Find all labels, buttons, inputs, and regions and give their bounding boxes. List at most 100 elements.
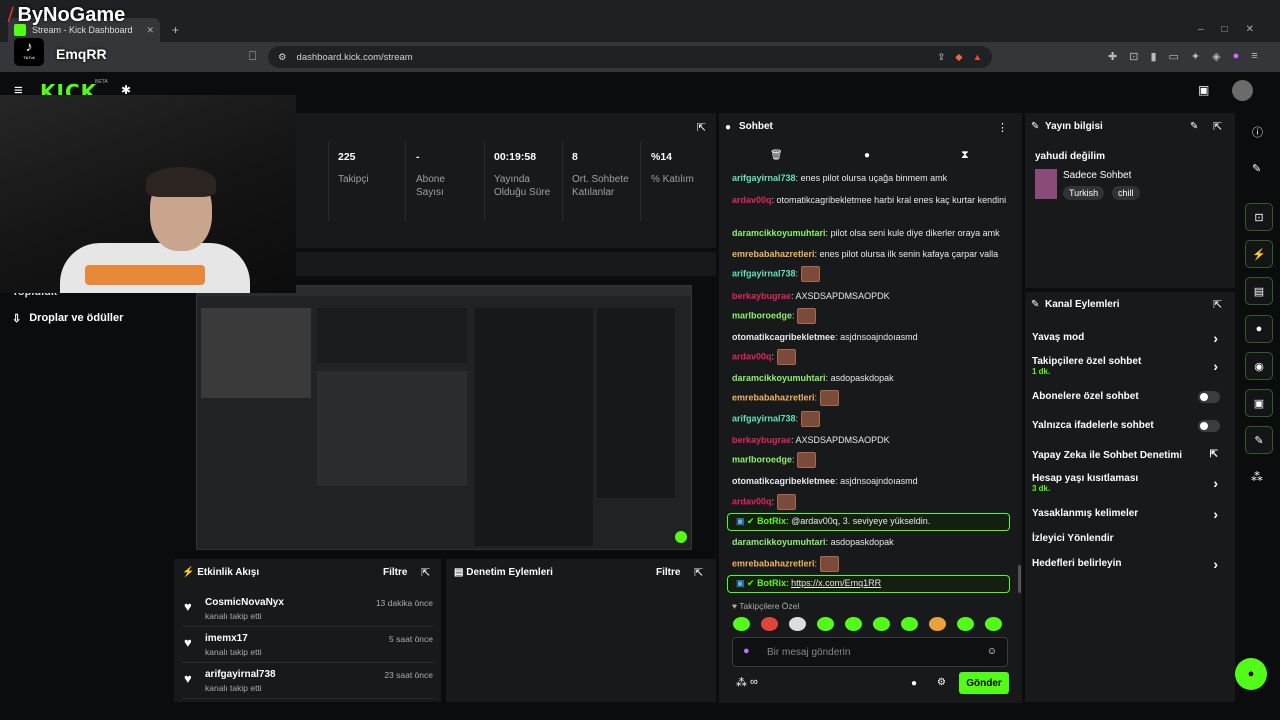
chat-username[interactable]: arifgayirnal738 <box>732 268 796 278</box>
share-icon[interactable]: ⇪ <box>937 52 945 63</box>
microphone-icon[interactable]: ● <box>743 645 750 657</box>
activity-username[interactable]: CosmicNovaNyx <box>205 597 284 608</box>
screenshot-icon[interactable]: ⊡ <box>1129 50 1138 63</box>
stream-preview[interactable] <box>196 285 692 550</box>
channel-action-item[interactable]: İzleyici Yönlendir <box>1032 533 1228 544</box>
chat-username[interactable]: berkaybugrae <box>732 435 791 445</box>
sidebar-item-drops[interactable]: ⇩ Droplar ve ödüller <box>12 312 123 325</box>
chat-username[interactable]: marlboroedge <box>732 454 792 464</box>
site-info-icon[interactable]: ⚙ <box>278 52 287 63</box>
trash-icon[interactable]: 🗑 <box>770 150 783 161</box>
points-indicator[interactable]: ⁂ ∞ <box>736 676 758 689</box>
more-options-icon[interactable]: ⋮ <box>997 121 1008 134</box>
activity-username[interactable]: arifgayirnal738 <box>205 669 276 680</box>
emote-option-icon[interactable] <box>733 617 750 631</box>
chat-username[interactable]: otomatikcagribekletmee <box>732 476 835 486</box>
pencil-icon[interactable]: ✎ <box>1252 162 1261 175</box>
chat-username[interactable]: emrebabahazretleri <box>732 558 815 568</box>
channel-action-item[interactable]: Yalnızca ifadelerle sohbet <box>1032 420 1228 432</box>
chevron-right-icon[interactable]: › <box>1213 556 1218 572</box>
tab-close-icon[interactable]: ✕ <box>146 25 154 36</box>
channel-action-item[interactable]: Hesap yaşı kısıtlaması 3 dk. › <box>1032 473 1228 493</box>
emote-option-icon[interactable] <box>985 617 1002 631</box>
browser-extensions[interactable]: ✚ ⊡ ▮ ▭ ✦ ◈ ● ≡ <box>1108 50 1258 63</box>
menu-icon[interactable]: ≡ <box>1251 50 1257 63</box>
bot-username[interactable]: BotRix <box>757 578 786 588</box>
profile-icon[interactable]: ● <box>1233 50 1240 63</box>
window-controls[interactable]: –□✕ <box>1198 24 1272 35</box>
chat-username[interactable]: ardav00q <box>732 195 772 205</box>
chat-username[interactable]: otomatikcagribekletmee <box>732 332 835 342</box>
broadcast-icon[interactable]: ◉ <box>1245 352 1273 380</box>
emote-option-icon[interactable] <box>761 617 778 631</box>
chat-username[interactable]: emrebabahazretleri <box>732 392 815 402</box>
chat-rail-icon[interactable]: ● <box>1245 315 1273 343</box>
wallet-header-icon[interactable]: ▣ <box>1198 83 1209 97</box>
extensions-icon[interactable]: ✚ <box>1108 50 1117 63</box>
mod-view-icon[interactable]: ▣ <box>1245 389 1273 417</box>
address-bar[interactable]: ⚙ dashboard.kick.com/stream ⇪ ◆ ▲ <box>268 46 992 68</box>
external-link-icon[interactable]: ⇱ <box>1210 449 1218 460</box>
edit-icon[interactable]: ✎ <box>1190 121 1198 132</box>
emote-option-icon[interactable] <box>817 617 834 631</box>
channel-action-item[interactable]: Takipçilere özel sohbet 1 dk. › <box>1032 356 1228 376</box>
new-tab-icon[interactable]: + <box>172 24 179 36</box>
toggle-switch[interactable] <box>1198 391 1220 403</box>
channel-action-item[interactable]: Yasaklanmış kelimeler › <box>1032 506 1228 522</box>
chat-username[interactable]: daramcikkoyumuhtari <box>732 228 826 238</box>
sidebar-toggle-icon[interactable]: ▮ <box>1150 50 1156 63</box>
emote-option-icon[interactable] <box>901 617 918 631</box>
popout-icon[interactable]: ⇱ <box>697 121 706 134</box>
tag-chill[interactable]: chill <box>1112 186 1140 200</box>
chat-username[interactable]: ardav00q <box>732 351 772 361</box>
emoji-icon[interactable]: ☺ <box>987 646 997 657</box>
bookmark-icon[interactable]: ⎕ <box>249 50 256 62</box>
popout-icon[interactable]: ⇱ <box>694 566 703 579</box>
channel-action-item[interactable]: Yavaş mod › <box>1032 330 1228 346</box>
emote-option-icon[interactable] <box>929 617 946 631</box>
emote-option-icon[interactable] <box>873 617 890 631</box>
emote-option-icon[interactable] <box>957 617 974 631</box>
tag-turkish[interactable]: Turkish <box>1063 186 1105 200</box>
apps-icon[interactable]: ⁂ <box>1251 470 1263 484</box>
chat-username[interactable]: daramcikkoyumuhtari <box>732 373 826 383</box>
lightning-icon[interactable]: ⚡ <box>1245 240 1273 268</box>
chat-username[interactable]: arifgayirnal738 <box>732 173 796 183</box>
chat-username[interactable]: berkaybugrae <box>732 291 791 301</box>
chevron-right-icon[interactable]: › <box>1213 506 1218 522</box>
toggle-switch[interactable] <box>1198 420 1220 432</box>
emote-option-icon[interactable] <box>845 617 862 631</box>
bot-username[interactable]: BotRix <box>757 516 786 526</box>
popout-icon[interactable]: ⇱ <box>1213 298 1222 311</box>
emote-option-icon[interactable] <box>789 617 806 631</box>
leo-icon[interactable]: ✦ <box>1191 50 1200 63</box>
chat-settings-icon[interactable]: ● <box>864 150 870 161</box>
channel-action-item[interactable]: Abonelere özel sohbet <box>1032 391 1228 403</box>
chat-username[interactable]: arifgayirnal738 <box>732 413 796 423</box>
document-icon[interactable]: ▤ <box>1245 277 1273 305</box>
category-name[interactable]: Sadece Sohbet <box>1063 170 1131 181</box>
floating-chat-button[interactable]: ● <box>1235 658 1267 690</box>
chevron-right-icon[interactable]: › <box>1213 475 1218 491</box>
gear-icon[interactable]: ⚙ <box>937 677 946 688</box>
avatar[interactable] <box>1232 80 1253 101</box>
info-icon[interactable]: ⓘ <box>1252 124 1263 140</box>
chevron-right-icon[interactable]: › <box>1213 330 1218 346</box>
chat-username[interactable]: emrebabahazretleri <box>732 249 815 259</box>
chevron-right-icon[interactable]: › <box>1213 358 1218 374</box>
chat-username[interactable]: marlboroedge <box>732 310 792 320</box>
wallet-icon[interactable]: ▭ <box>1169 50 1179 63</box>
activity-username[interactable]: imemx17 <box>205 633 248 644</box>
send-button[interactable]: Gönder <box>959 672 1009 694</box>
chat-username[interactable]: ardav00q <box>732 496 772 506</box>
vpn-icon[interactable]: ◈ <box>1212 50 1220 63</box>
channel-action-item[interactable]: Hedefleri belirleyin › <box>1032 556 1228 572</box>
channel-action-item[interactable]: Yapay Zeka ile Sohbet Denetimi ⇱ <box>1032 449 1228 461</box>
brave-shield-icon[interactable]: ◆ <box>955 52 962 63</box>
hourglass-icon[interactable]: ⧗ <box>961 149 969 162</box>
chat-bubble-small-icon[interactable]: ● <box>911 678 917 689</box>
wrench-rail-icon[interactable]: ✎ <box>1245 426 1273 454</box>
chat-link[interactable]: https://x.com/Emq1RR <box>791 578 881 588</box>
popout-icon[interactable]: ⇱ <box>421 566 430 579</box>
activity-filter-button[interactable]: Filtre <box>383 567 407 578</box>
